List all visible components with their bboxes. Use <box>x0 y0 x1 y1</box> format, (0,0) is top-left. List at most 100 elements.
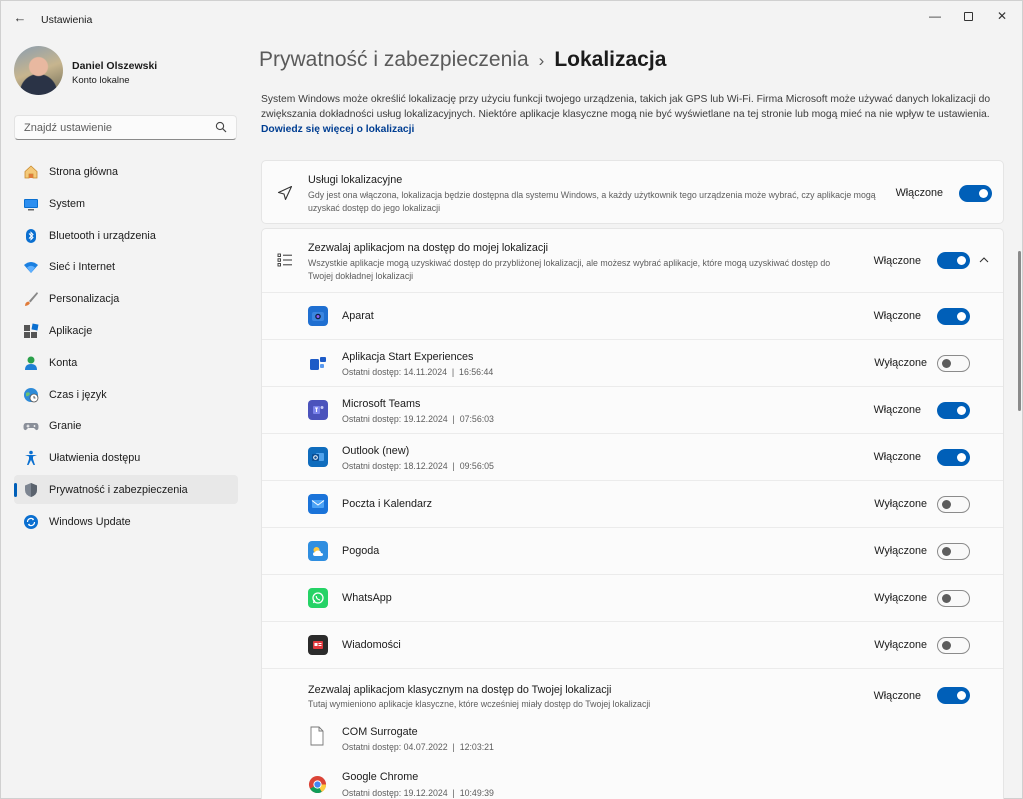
toggle-knob <box>942 359 951 368</box>
maximize-button[interactable] <box>953 5 983 27</box>
sidebar-item-time-language[interactable]: Czas i język <box>14 380 238 409</box>
start-experiences-icon <box>308 353 328 373</box>
app-state: Włączone <box>873 310 921 322</box>
maximize-icon <box>963 12 973 22</box>
classic-app-name: Google Chrome <box>342 771 419 783</box>
whatsapp-icon <box>308 588 328 608</box>
app-state: Włączone <box>873 404 921 416</box>
app-name: Aparat <box>342 310 374 322</box>
sidebar-item-label: System <box>49 197 85 210</box>
brush-icon <box>23 291 39 307</box>
sidebar-item-label: Windows Update <box>49 515 131 528</box>
toggle-knob <box>957 406 966 415</box>
app-name: Wiadomości <box>342 639 401 651</box>
location-services-title: Usługi lokalizacyjne <box>308 174 403 186</box>
breadcrumb: Prywatność i zabezpieczenia › Lokalizacja <box>259 48 666 72</box>
outlook-icon <box>308 447 328 467</box>
app-state: Wyłączone <box>874 592 927 604</box>
sidebar-nav: Strona główna System Bluetooth i urządze… <box>14 157 238 539</box>
sidebar-item-system[interactable]: System <box>14 189 238 218</box>
back-button[interactable]: ← <box>11 9 29 27</box>
sidebar-item-accounts[interactable]: Konta <box>14 348 238 377</box>
app-toggle-mail-calendar[interactable] <box>937 496 970 513</box>
toggle-knob <box>942 500 951 509</box>
toggle-knob <box>942 547 951 556</box>
settings-window: ← Ustawienia — ✕ Daniel Olszewski Konto … <box>0 0 1023 799</box>
toggle-knob <box>942 641 951 650</box>
search-input[interactable]: Znajdź ustawienie <box>14 115 237 140</box>
window-title: Ustawienia <box>41 14 93 26</box>
teams-icon <box>308 400 328 420</box>
sidebar-item-home[interactable]: Strona główna <box>14 157 238 186</box>
sidebar-item-label: Ułatwienia dostępu <box>49 452 141 465</box>
person-icon <box>23 355 39 371</box>
app-row-mail-calendar: Poczta i Kalendarz Wyłączone <box>262 480 1003 527</box>
sidebar-item-label: Strona główna <box>49 166 119 178</box>
sidebar-item-windows-update[interactable]: Windows Update <box>14 507 238 536</box>
app-toggle-teams[interactable] <box>937 402 970 419</box>
sidebar-item-label: Aplikacje <box>49 324 93 337</box>
list-icon <box>277 253 292 267</box>
sidebar-item-label: Granie <box>49 420 82 433</box>
app-access-card: Zezwalaj aplikacjom na dostęp do mojej l… <box>261 228 1004 799</box>
weather-icon <box>308 541 328 561</box>
location-services-subtitle: Gdy jest ona włączona, lokalizacja będzi… <box>308 190 876 213</box>
user-profile[interactable]: Daniel Olszewski Konto lokalne <box>14 46 244 98</box>
sidebar-item-privacy[interactable]: Prywatność i zabezpieczenia <box>14 474 238 504</box>
app-name: Outlook (new) <box>342 445 410 457</box>
sidebar-item-label: Czas i język <box>49 388 107 401</box>
app-toggle-whatsapp[interactable] <box>937 590 970 607</box>
app-toggle-start-experiences[interactable] <box>937 355 970 372</box>
breadcrumb-parent[interactable]: Prywatność i zabezpieczenia <box>259 48 529 71</box>
minimize-button[interactable]: — <box>920 5 950 27</box>
sidebar-item-gaming[interactable]: Granie <box>14 411 238 440</box>
app-row-weather: Pogoda Wyłączone <box>262 527 1003 574</box>
sidebar-item-label: Prywatność i zabezpieczenia <box>49 483 188 496</box>
location-services-state: Włączone <box>895 187 943 199</box>
location-services-toggle[interactable] <box>959 185 992 202</box>
chevron-up-icon[interactable] <box>979 256 989 264</box>
avatar <box>14 46 63 95</box>
app-access-title: Zezwalaj aplikacjom na dostęp do mojej l… <box>308 242 549 254</box>
app-state: Wyłączone <box>874 498 927 510</box>
app-toggle-news[interactable] <box>937 637 970 654</box>
home-icon <box>23 164 39 180</box>
close-icon: ✕ <box>996 9 1008 23</box>
app-name: Pogoda <box>342 545 380 557</box>
sidebar-item-network[interactable]: Sieć i Internet <box>14 252 238 281</box>
app-toggle-aparat[interactable] <box>937 308 970 325</box>
apps-icon <box>23 323 39 339</box>
back-arrow-icon: ← <box>13 10 27 25</box>
location-arrow-icon <box>277 185 293 201</box>
sidebar-item-accessibility[interactable]: Ułatwienia dostępu <box>14 443 238 472</box>
learn-more-link[interactable]: Dowiedz się więcej o lokalizacji <box>261 124 414 135</box>
page-description: System Windows może określić lokalizację… <box>261 92 996 137</box>
app-name: Poczta i Kalendarz <box>342 498 433 510</box>
toggle-knob <box>957 256 966 265</box>
sidebar-item-apps[interactable]: Aplikacje <box>14 316 238 345</box>
camera-icon <box>308 306 328 326</box>
file-icon <box>310 726 324 746</box>
mail-icon <box>308 494 328 514</box>
scrollbar-thumb[interactable] <box>1018 251 1021 411</box>
classic-app-name: COM Surrogate <box>342 726 418 738</box>
classic-access-header: Zezwalaj aplikacjom klasycznym na dostęp… <box>262 668 1003 718</box>
sidebar-item-personalization[interactable]: Personalizacja <box>14 284 238 313</box>
profile-name: Daniel Olszewski <box>72 60 158 72</box>
close-button[interactable]: ✕ <box>987 5 1017 27</box>
description-text: System Windows może określić lokalizację… <box>261 94 991 120</box>
app-access-header[interactable]: Zezwalaj aplikacjom na dostęp do mojej l… <box>262 229 1003 292</box>
app-toggle-outlook[interactable] <box>937 449 970 466</box>
classic-app-row-chrome: Google Chrome Ostatni dostęp: 19.12.2024… <box>262 765 1003 799</box>
app-last-access: Ostatni dostęp: 14.11.2024 | 16:56:44 <box>342 367 494 377</box>
app-toggle-weather[interactable] <box>937 543 970 560</box>
toggle-knob <box>979 189 988 198</box>
gamepad-icon <box>23 418 39 434</box>
sidebar-item-bluetooth[interactable]: Bluetooth i urządzenia <box>14 221 238 250</box>
breadcrumb-separator-icon: › <box>538 51 545 70</box>
classic-access-toggle[interactable] <box>937 687 970 704</box>
app-row-news: Wiadomości Wyłączone <box>262 621 1003 668</box>
accessibility-icon <box>23 450 39 466</box>
app-state: Wyłączone <box>874 639 927 651</box>
app-access-toggle[interactable] <box>937 252 970 269</box>
